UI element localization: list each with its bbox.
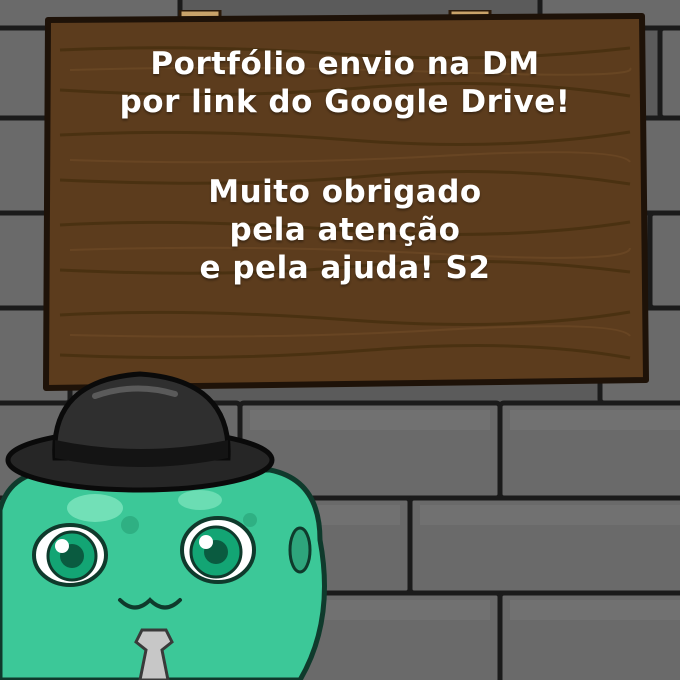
sign-line-2: por link do Google Drive! — [119, 84, 571, 120]
slime-mascot — [0, 371, 327, 680]
scene: Portfólio envio na DM por link do Google… — [0, 0, 680, 680]
sign-spacer — [45, 121, 645, 173]
sign-line-4: pela atenção — [229, 212, 461, 248]
sign-line-1: Portfólio envio na DM — [150, 46, 540, 82]
sign-message: Portfólio envio na DM por link do Google… — [45, 45, 645, 287]
sign-line-5: e pela ajuda! S2 — [199, 250, 491, 286]
sign-line-3: Muito obrigado — [208, 174, 482, 210]
